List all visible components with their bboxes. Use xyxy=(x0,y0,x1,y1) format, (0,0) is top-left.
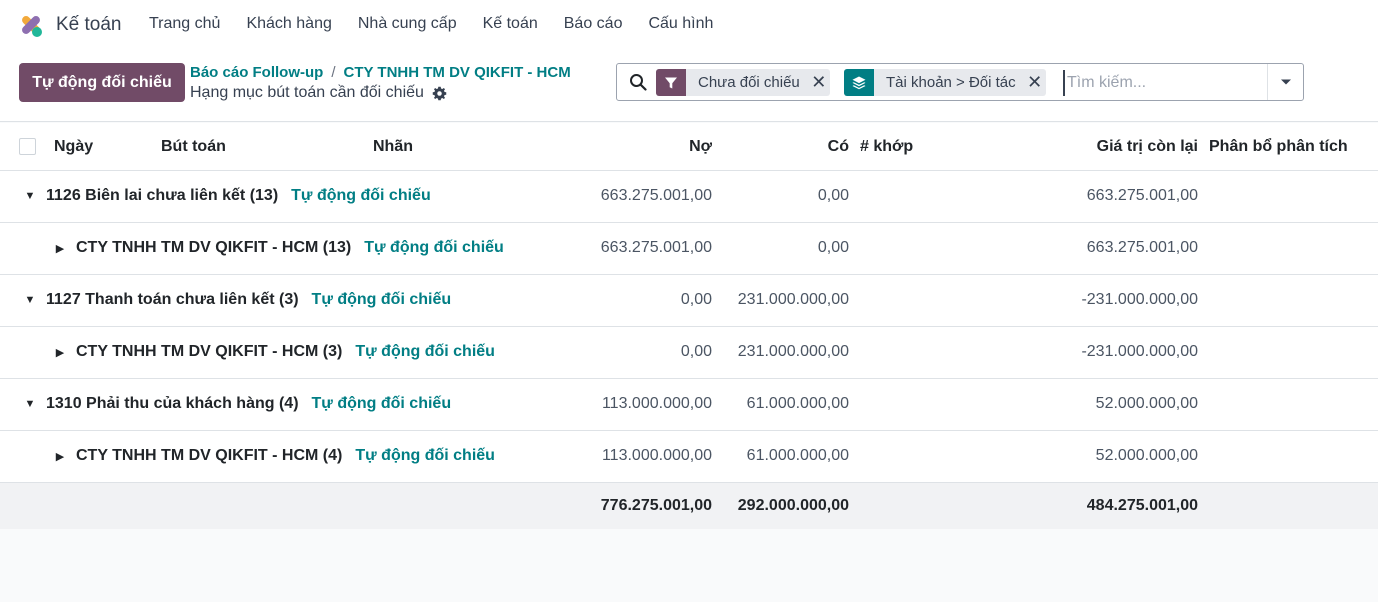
debit-value: 113.000.000,00 xyxy=(601,395,712,412)
menu-item-vendors[interactable]: Nhà cung cấp xyxy=(358,15,457,33)
debit-value: 0,00 xyxy=(680,291,712,308)
gear-icon[interactable] xyxy=(432,86,447,101)
residual-value: -231.000.000,00 xyxy=(1081,291,1198,308)
accounting-app-icon[interactable] xyxy=(18,12,44,38)
residual-value: 52.000.000,00 xyxy=(1095,447,1198,464)
column-header-date[interactable]: Ngày xyxy=(54,138,93,156)
facet-label: Tài khoản > Đối tác xyxy=(886,74,1016,91)
residual-value: -231.000.000,00 xyxy=(1081,343,1198,360)
table-footer-totals: 776.275.001,00 292.000.000,00 484.275.00… xyxy=(0,483,1378,529)
page-title-text: Hạng mục bút toán cần đối chiếu xyxy=(190,84,424,101)
total-residual: 484.275.001,00 xyxy=(1086,497,1198,514)
auto-reconcile-link[interactable]: Tự động đối chiếu xyxy=(364,239,504,257)
caret-down-icon xyxy=(1280,79,1291,85)
auto-reconcile-link[interactable]: Tự động đối chiếu xyxy=(291,187,431,205)
group-row[interactable]: ▶ CTY TNHH TM DV QIKFIT - HCM (3) Tự độn… xyxy=(0,327,1378,379)
layers-icon xyxy=(844,69,874,96)
residual-value: 663.275.001,00 xyxy=(1086,239,1198,256)
breadcrumb-current[interactable]: CTY TNHH TM DV QIKFIT - HCM xyxy=(344,64,571,81)
search-input[interactable] xyxy=(1063,70,1263,96)
group-label[interactable]: ▶ CTY TNHH TM DV QIKFIT - HCM (13) Tự độ… xyxy=(54,239,504,257)
menu-item-customers[interactable]: Khách hàng xyxy=(246,15,331,33)
facet-label: Chưa đối chiếu xyxy=(698,74,800,91)
credit-value: 231.000.000,00 xyxy=(737,291,849,308)
search-options-toggle[interactable] xyxy=(1267,64,1303,100)
filter-icon xyxy=(656,69,686,96)
column-header-credit[interactable]: Có xyxy=(828,138,849,156)
group-name: CTY TNHH TM DV QIKFIT - HCM (13) xyxy=(76,239,352,256)
column-header-entry[interactable]: Bút toán xyxy=(161,138,226,156)
debit-value: 0,00 xyxy=(680,343,712,360)
group-label[interactable]: ▶ CTY TNHH TM DV QIKFIT - HCM (3) Tự độn… xyxy=(54,343,495,361)
group-label[interactable]: ▶ CTY TNHH TM DV QIKFIT - HCM (4) Tự độn… xyxy=(54,447,495,465)
table-header: Ngày Bút toán Nhãn Nợ Có # khớp Giá trị … xyxy=(0,123,1378,171)
menu-item-accounting[interactable]: Kế toán xyxy=(483,15,538,33)
column-header-analytic[interactable]: Phân bổ phân tích xyxy=(1209,138,1348,156)
top-navbar: Kế toán Trang chủ Khách hàng Nhà cung cấ… xyxy=(0,0,1378,50)
menu-item-configuration[interactable]: Cấu hình xyxy=(648,15,713,33)
group-label[interactable]: ▼ 1310 Phải thu của khách hàng (4) Tự độ… xyxy=(24,395,452,413)
group-name: 1126 Biên lai chưa liên kết (13) xyxy=(46,187,279,204)
app-name[interactable]: Kế toán xyxy=(56,14,122,36)
caret-right-icon: ▶ xyxy=(55,450,65,463)
column-header-residual[interactable]: Giá trị còn lại xyxy=(1097,138,1198,156)
group-label[interactable]: ▼ 1126 Biên lai chưa liên kết (13) Tự độ… xyxy=(24,187,431,205)
column-header-label[interactable]: Nhãn xyxy=(373,138,413,156)
residual-value: 52.000.000,00 xyxy=(1095,395,1198,412)
credit-value: 61.000.000,00 xyxy=(746,447,849,464)
search-facet-groupby: Tài khoản > Đối tác ✕ xyxy=(844,69,1046,96)
breadcrumb-separator: / xyxy=(331,64,336,81)
close-icon[interactable]: ✕ xyxy=(1024,69,1046,96)
control-panel: Tự động đối chiếu Báo cáo Follow-up / CTY … xyxy=(0,50,1378,122)
group-row[interactable]: ▶ CTY TNHH TM DV QIKFIT - HCM (13) Tự độ… xyxy=(0,223,1378,275)
menu-item-reporting[interactable]: Báo cáo xyxy=(564,15,623,33)
menu-item-home[interactable]: Trang chủ xyxy=(149,15,220,33)
page-title: Hạng mục bút toán cần đối chiếu xyxy=(190,84,447,102)
caret-right-icon: ▶ xyxy=(55,346,65,359)
group-row[interactable]: ▶ CTY TNHH TM DV QIKFIT - HCM (4) Tự độn… xyxy=(0,431,1378,483)
group-row[interactable]: ▼ 1127 Thanh toán chưa liên kết (3) Tự đ… xyxy=(0,275,1378,327)
close-icon[interactable]: ✕ xyxy=(808,69,830,96)
credit-value: 61.000.000,00 xyxy=(746,395,849,412)
auto-reconcile-link[interactable]: Tự động đối chiếu xyxy=(312,395,452,413)
debit-value: 663.275.001,00 xyxy=(600,239,712,256)
caret-down-icon: ▼ xyxy=(24,294,36,306)
auto-reconcile-link[interactable]: Tự động đối chiếu xyxy=(355,447,495,465)
main-menu: Trang chủ Khách hàng Nhà cung cấp Kế toá… xyxy=(149,15,739,33)
group-name: CTY TNHH TM DV QIKFIT - HCM (4) xyxy=(76,447,343,464)
column-header-matching[interactable]: # khớp xyxy=(860,138,913,156)
caret-down-icon: ▼ xyxy=(24,190,36,202)
caret-right-icon: ▶ xyxy=(55,242,65,255)
group-label[interactable]: ▼ 1127 Thanh toán chưa liên kết (3) Tự đ… xyxy=(24,291,452,309)
credit-value: 231.000.000,00 xyxy=(737,343,849,360)
residual-value: 663.275.001,00 xyxy=(1086,187,1198,204)
group-name: 1127 Thanh toán chưa liên kết (3) xyxy=(46,291,299,308)
credit-value: 0,00 xyxy=(817,187,849,204)
caret-down-icon: ▼ xyxy=(24,398,36,410)
select-all-checkbox[interactable] xyxy=(19,138,36,155)
debit-value: 663.275.001,00 xyxy=(600,187,712,204)
search-facet-filter: Chưa đối chiếu ✕ xyxy=(656,69,830,96)
group-row[interactable]: ▼ 1310 Phải thu của khách hàng (4) Tự độ… xyxy=(0,379,1378,431)
auto-reconcile-link[interactable]: Tự động đối chiếu xyxy=(355,343,495,361)
breadcrumb: Báo cáo Follow-up / CTY TNHH TM DV QIKFIT … xyxy=(190,64,571,81)
move-lines-table: Ngày Bút toán Nhãn Nợ Có # khớp Giá trị … xyxy=(0,123,1378,529)
search-bar: Chưa đối chiếu ✕ Tài khoản > Đối tác ✕ xyxy=(616,63,1304,101)
total-credit: 292.000.000,00 xyxy=(737,497,849,514)
group-name: CTY TNHH TM DV QIKFIT - HCM (3) xyxy=(76,343,343,360)
breadcrumb-parent[interactable]: Báo cáo Follow-up xyxy=(190,64,323,81)
search-icon[interactable] xyxy=(629,73,647,91)
group-row[interactable]: ▼ 1126 Biên lai chưa liên kết (13) Tự độ… xyxy=(0,171,1378,223)
auto-reconcile-button[interactable]: Tự động đối chiếu xyxy=(19,63,185,102)
column-header-debit[interactable]: Nợ xyxy=(689,138,712,156)
debit-value: 113.000.000,00 xyxy=(601,447,712,464)
auto-reconcile-link[interactable]: Tự động đối chiếu xyxy=(312,291,452,309)
credit-value: 0,00 xyxy=(817,239,849,256)
total-debit: 776.275.001,00 xyxy=(600,497,712,514)
group-name: 1310 Phải thu của khách hàng (4) xyxy=(46,395,299,412)
